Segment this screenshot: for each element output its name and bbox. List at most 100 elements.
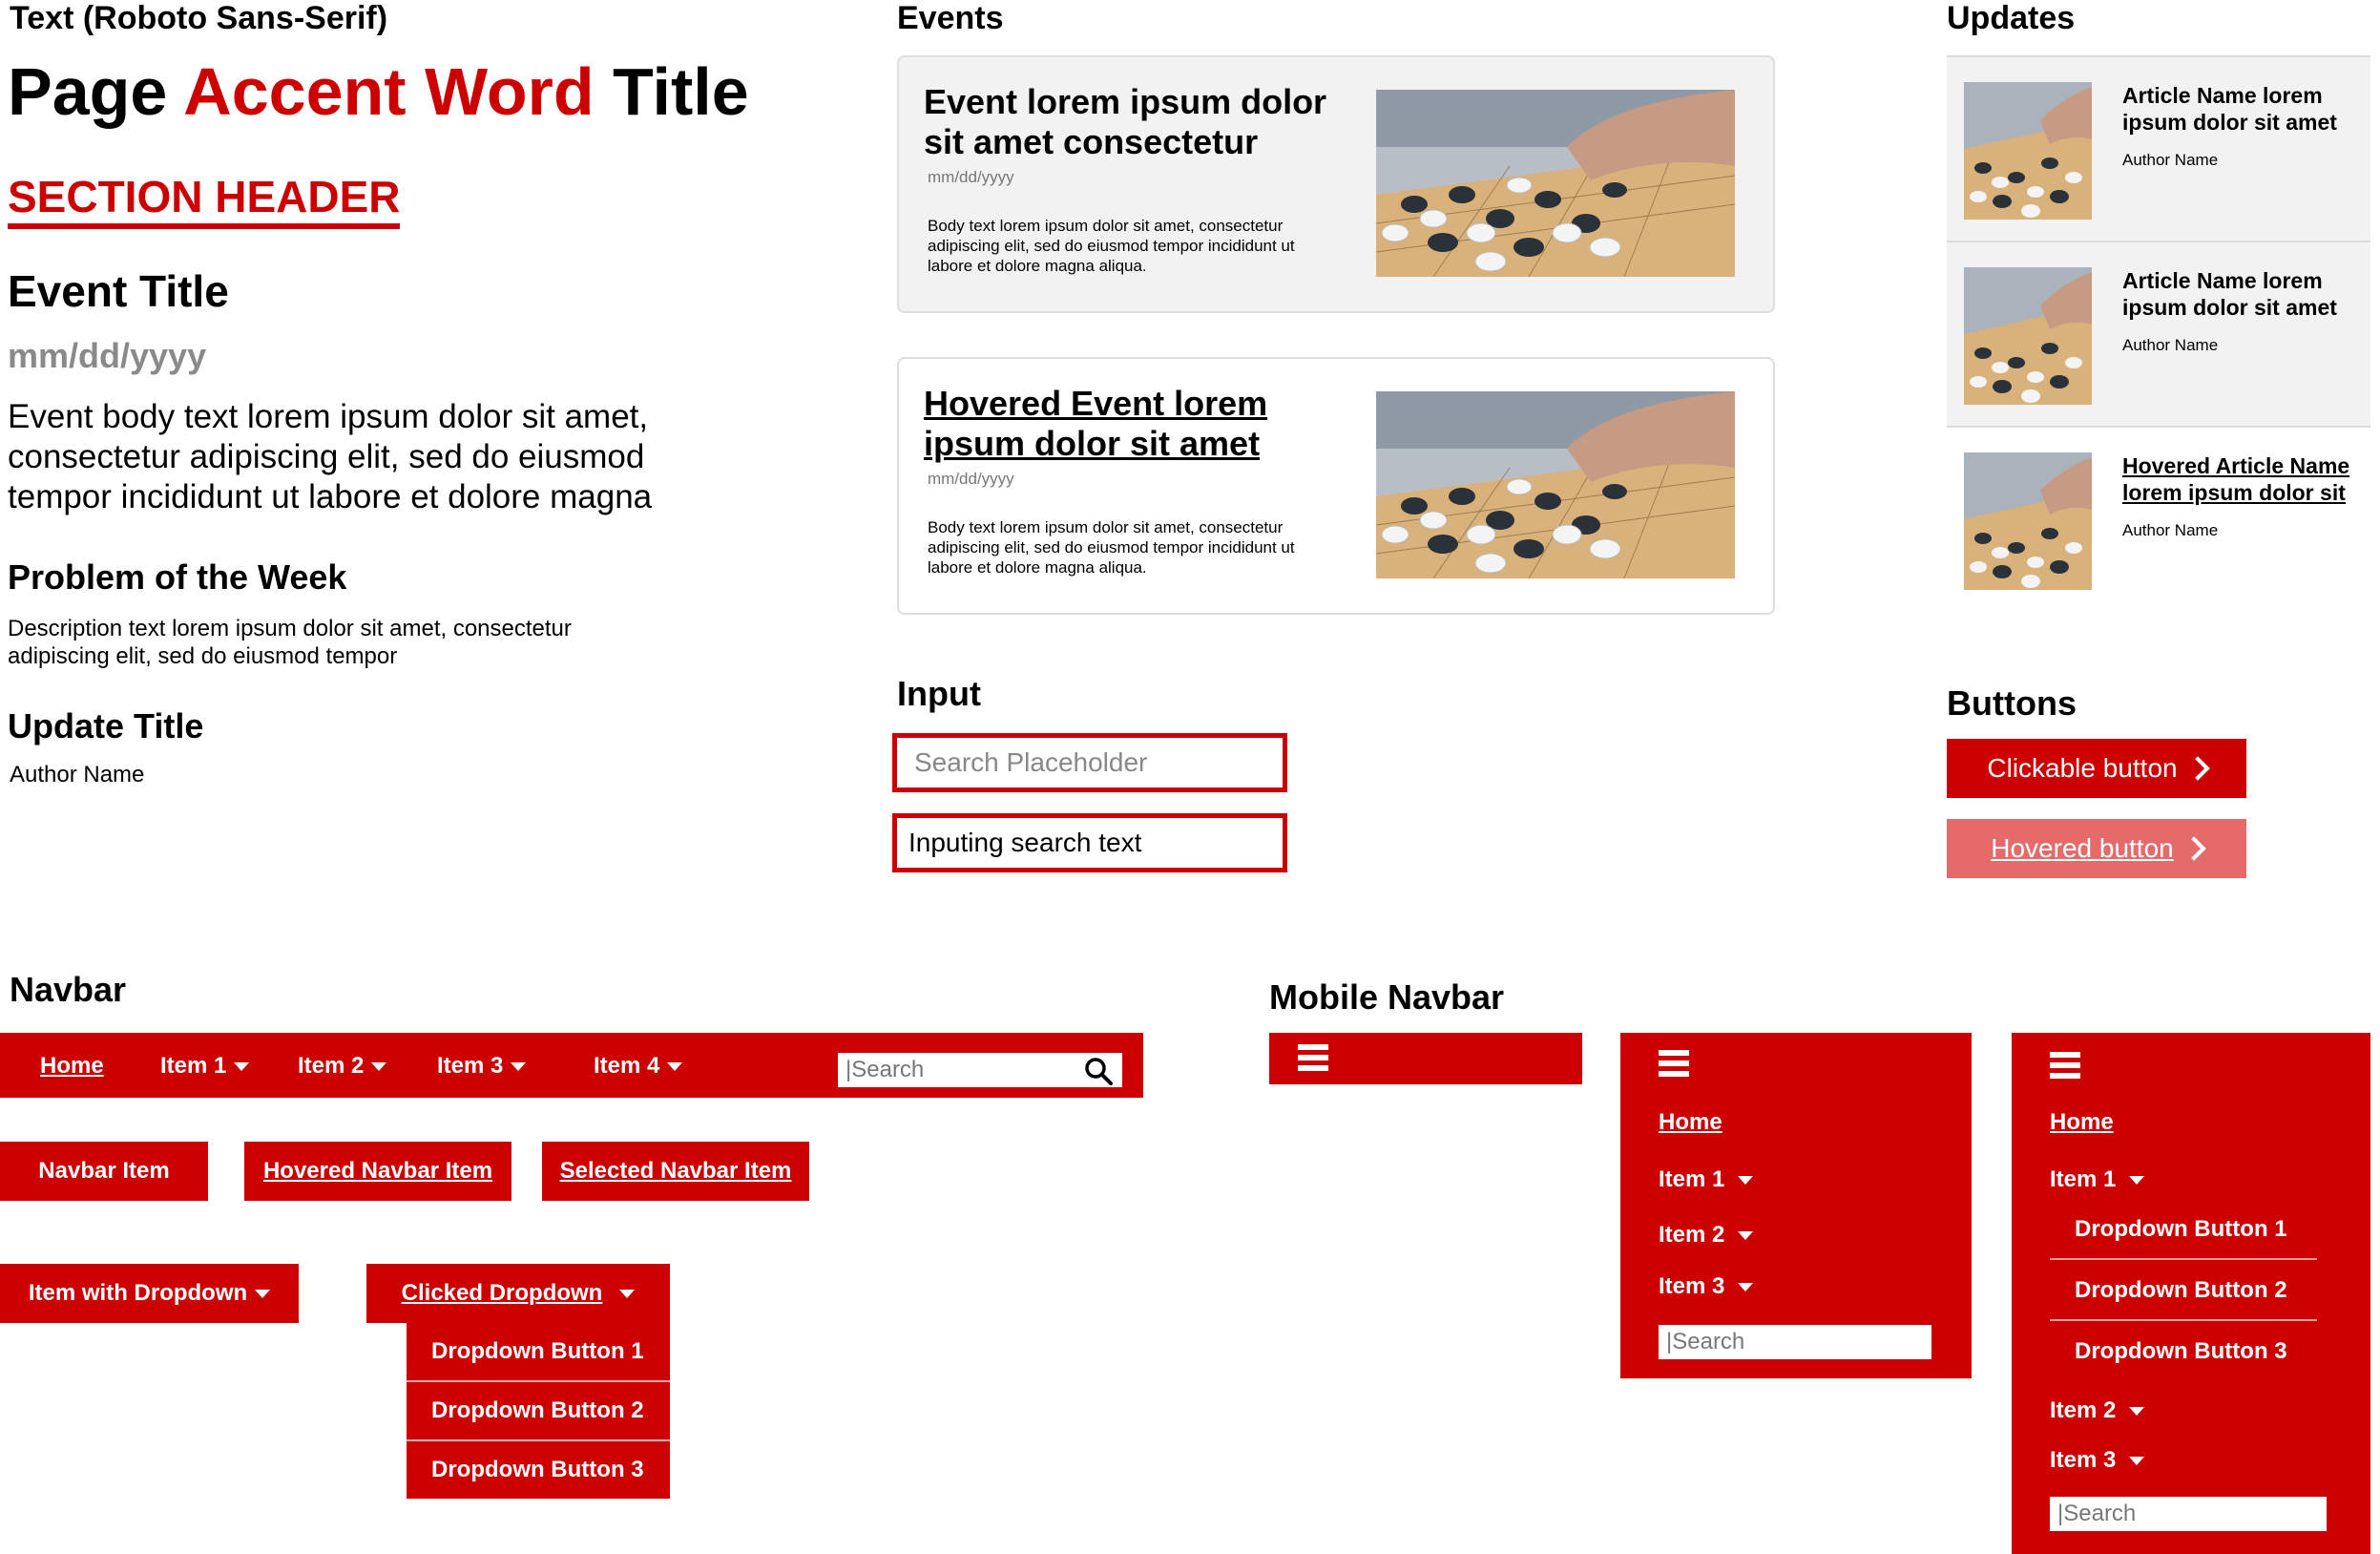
navbar-search-placeholder: |Search <box>846 1057 925 1082</box>
mobile-search-placeholder: |Search <box>1666 1329 1745 1354</box>
item-with-dropdown-label: Item with Dropdown <box>28 1280 248 1306</box>
chevron-right-icon <box>2184 756 2210 781</box>
section-header: SECTION HEADER <box>8 172 401 229</box>
dropdown-button-2[interactable]: Dropdown Button 2 <box>407 1382 670 1439</box>
go-board-photo <box>1376 90 1735 277</box>
dropdown-divider <box>2050 1319 2317 1321</box>
update-article-title[interactable]: Article Name lorem ipsum dolor sit amet <box>2122 267 2361 321</box>
caret-down-icon <box>234 1062 250 1072</box>
nav-item-4[interactable]: Item 4 <box>594 1053 683 1080</box>
update-article-title[interactable]: Article Name lorem ipsum dolor sit amet <box>2122 82 2361 136</box>
mobile-dropdown-button-3[interactable]: Dropdown Button 3 <box>2075 1338 2287 1365</box>
mobile-nav-item-label: Item 2 <box>1659 1222 1725 1248</box>
mobile-nav-item-2[interactable]: Item 2 <box>1659 1222 1754 1249</box>
event-card-image <box>1376 90 1735 277</box>
chevron-right-icon <box>2182 836 2206 861</box>
nav-item-home[interactable]: Home <box>40 1053 104 1080</box>
buttons-heading: Buttons <box>1947 683 2077 723</box>
clickable-button[interactable]: Clickable button <box>1947 739 2246 798</box>
event-card-hovered[interactable]: Hovered Event lorem ipsum dolor sit amet… <box>897 357 1775 615</box>
update-title: Update Title <box>8 706 204 746</box>
hovered-navbar-item[interactable]: Hovered Navbar Item <box>244 1142 511 1201</box>
hovered-button[interactable]: Hovered button <box>1947 819 2246 878</box>
go-board-photo <box>1376 391 1735 578</box>
dropdown-button-1[interactable]: Dropdown Button 1 <box>407 1323 670 1380</box>
caret-down-icon <box>371 1062 387 1072</box>
page-title: Page Accent Word Title <box>8 53 749 130</box>
mobile-nav-item-label: Item 1 <box>1659 1166 1725 1192</box>
search-input-placeholder[interactable]: Search Placeholder <box>892 733 1287 792</box>
navbar-item[interactable]: Navbar Item <box>0 1142 208 1201</box>
clicked-dropdown[interactable]: Clicked Dropdown <box>366 1264 670 1323</box>
page-title-start: Page <box>8 54 184 129</box>
nav-item-3[interactable]: Item 3 <box>437 1053 527 1080</box>
caret-down-icon <box>255 1289 271 1298</box>
event-card-body: Body text lorem ipsum dolor sit amet, co… <box>928 518 1295 577</box>
event-card[interactable]: Event lorem ipsum dolor sit amet consect… <box>897 55 1775 313</box>
mobile-nav-item-label: Item 1 <box>2050 1166 2117 1192</box>
mobile-nav-item-3[interactable]: Item 3 <box>2050 1447 2145 1474</box>
selected-navbar-item[interactable]: Selected Navbar Item <box>542 1142 809 1201</box>
event-card-date: mm/dd/yyyy <box>928 470 1014 488</box>
problem-description: Description text lorem ipsum dolor sit a… <box>8 616 572 669</box>
event-title: Event Title <box>8 266 229 316</box>
caret-down-icon <box>1738 1176 1754 1186</box>
go-board-photo <box>1964 82 2092 220</box>
event-date: mm/dd/yyyy <box>8 336 207 375</box>
nav-item-label: Item 2 <box>298 1053 365 1079</box>
mobile-nav-item-label: Item 3 <box>1659 1273 1725 1299</box>
dropdown-button-3[interactable]: Dropdown Button 3 <box>407 1441 670 1499</box>
page-title-accent: Accent Word <box>183 54 595 129</box>
mobile-nav-item-home[interactable]: Home <box>2050 1109 2114 1136</box>
mobile-nav-item-label: Item 3 <box>2050 1447 2117 1473</box>
mobile-search-input[interactable]: |Search <box>1659 1325 1931 1359</box>
navbar-search-input[interactable]: |Search <box>838 1053 1122 1087</box>
hamburger-menu-icon[interactable] <box>1298 1044 1328 1071</box>
hamburger-menu-icon[interactable] <box>2050 1052 2080 1079</box>
update-author: Author Name <box>2122 336 2219 354</box>
update-item-hovered[interactable]: Hovered Article Name lorem ipsum dolor s… <box>1947 428 2370 613</box>
go-board-photo <box>1964 452 2092 590</box>
nav-item-1[interactable]: Item 1 <box>160 1053 250 1080</box>
mobile-nav-item-home[interactable]: Home <box>1659 1109 1722 1136</box>
search-icon[interactable] <box>1084 1057 1113 1085</box>
item-with-dropdown[interactable]: Item with Dropdown <box>0 1264 299 1323</box>
navbar-heading: Navbar <box>10 970 127 1009</box>
mobile-nav-item-2[interactable]: Item 2 <box>2050 1397 2145 1424</box>
update-item[interactable]: Article Name lorem ipsum dolor sit amet … <box>1947 57 2370 242</box>
update-thumbnail <box>1964 267 2092 405</box>
mobile-nav-item-1[interactable]: Item 1 <box>2050 1166 2145 1193</box>
nav-item-label: Item 1 <box>160 1053 227 1079</box>
clickable-button-label: Clickable button <box>1987 753 2178 783</box>
update-thumbnail <box>1964 452 2092 590</box>
event-card-title[interactable]: Event lorem ipsum dolor sit amet consect… <box>924 82 1353 162</box>
text-style-caption: Text (Roboto Sans-Serif) <box>10 0 388 36</box>
update-article-title[interactable]: Hovered Article Name lorem ipsum dolor s… <box>2122 452 2361 506</box>
caret-down-icon <box>619 1289 636 1298</box>
clicked-dropdown-label: Clicked Dropdown <box>401 1280 603 1306</box>
page-title-end: Title <box>594 54 749 129</box>
dropdown-divider <box>2050 1258 2317 1260</box>
update-thumbnail <box>1964 82 2092 220</box>
update-author: Author Name <box>2122 521 2219 539</box>
updates-heading: Updates <box>1947 0 2076 36</box>
mobile-dropdown-button-2[interactable]: Dropdown Button 2 <box>2075 1277 2287 1304</box>
event-card-image <box>1376 391 1735 578</box>
mobile-dropdown-button-1[interactable]: Dropdown Button 1 <box>2075 1216 2287 1243</box>
go-board-photo <box>1964 267 2092 405</box>
event-card-title[interactable]: Hovered Event lorem ipsum dolor sit amet <box>924 384 1353 464</box>
hamburger-menu-icon[interactable] <box>1659 1050 1689 1077</box>
caret-down-icon <box>1738 1283 1754 1292</box>
update-item[interactable]: Article Name lorem ipsum dolor sit amet … <box>1947 242 2370 428</box>
caret-down-icon <box>2129 1407 2145 1417</box>
events-heading: Events <box>897 0 1004 36</box>
caret-down-icon <box>1738 1231 1754 1241</box>
nav-item-2[interactable]: Item 2 <box>298 1053 387 1080</box>
mobile-search-input[interactable]: |Search <box>2050 1497 2327 1531</box>
search-input-filled[interactable]: Inputing search text <box>892 813 1287 872</box>
mobile-nav-item-3[interactable]: Item 3 <box>1659 1273 1754 1300</box>
mobile-nav-item-1[interactable]: Item 1 <box>1659 1166 1754 1193</box>
caret-down-icon <box>667 1062 683 1072</box>
input-heading: Input <box>897 674 981 713</box>
mobile-search-placeholder: |Search <box>2057 1501 2137 1526</box>
